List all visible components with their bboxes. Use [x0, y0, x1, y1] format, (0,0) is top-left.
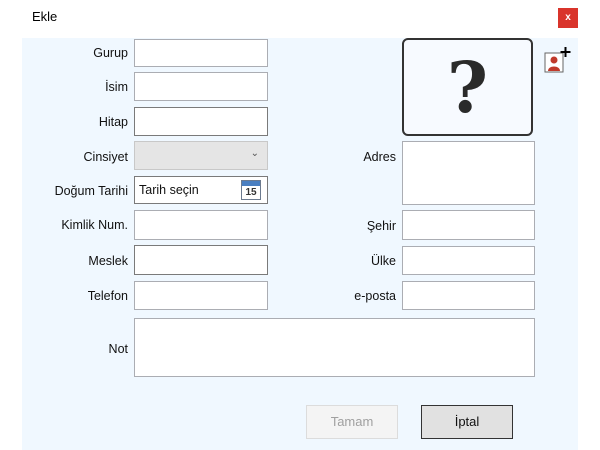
birth-date-placeholder: Tarih seçin	[139, 183, 199, 197]
birth-date-picker[interactable]: Tarih seçin 15	[134, 176, 268, 204]
label-name: İsim	[105, 80, 128, 94]
label-id-number: Kimlik Num.	[61, 218, 128, 232]
phone-input[interactable]	[134, 281, 268, 310]
label-group: Gurup	[93, 46, 128, 60]
group-input[interactable]	[134, 39, 268, 67]
add-user-photo-icon[interactable]	[544, 46, 572, 74]
photo-frame: ?	[402, 38, 533, 136]
label-address: Adres	[363, 150, 396, 164]
name-input[interactable]	[134, 72, 268, 101]
country-input[interactable]	[402, 246, 535, 275]
label-gender: Cinsiyet	[83, 150, 128, 164]
calendar-icon-header	[242, 181, 260, 186]
label-title: Hitap	[98, 115, 128, 129]
title-bar	[22, 0, 578, 38]
label-note: Not	[108, 342, 128, 356]
label-city: Şehir	[366, 219, 396, 233]
id-number-input[interactable]	[134, 210, 268, 240]
window-title: Ekle	[32, 9, 58, 24]
photo-placeholder: ?	[446, 46, 488, 129]
close-button[interactable]: x	[558, 8, 578, 28]
city-input[interactable]	[402, 210, 535, 240]
note-input[interactable]	[134, 318, 535, 377]
profession-input[interactable]	[134, 245, 268, 275]
label-country: Ülke	[370, 254, 396, 268]
ok-button[interactable]: Tamam	[306, 405, 398, 439]
title-input[interactable]	[134, 107, 268, 136]
label-email: e-posta	[354, 289, 396, 303]
gender-select[interactable]: ⌄	[134, 141, 268, 170]
chevron-down-icon: ⌄	[250, 148, 259, 159]
address-input[interactable]	[402, 141, 535, 205]
label-profession: Meslek	[88, 254, 128, 268]
calendar-icon-day: 15	[245, 187, 257, 198]
label-phone: Telefon	[87, 289, 128, 303]
calendar-icon[interactable]: 15	[241, 180, 261, 200]
cancel-button[interactable]: İptal	[421, 405, 513, 439]
email-input[interactable]	[402, 281, 535, 310]
label-birth-date: Doğum Tarihi	[54, 184, 128, 198]
